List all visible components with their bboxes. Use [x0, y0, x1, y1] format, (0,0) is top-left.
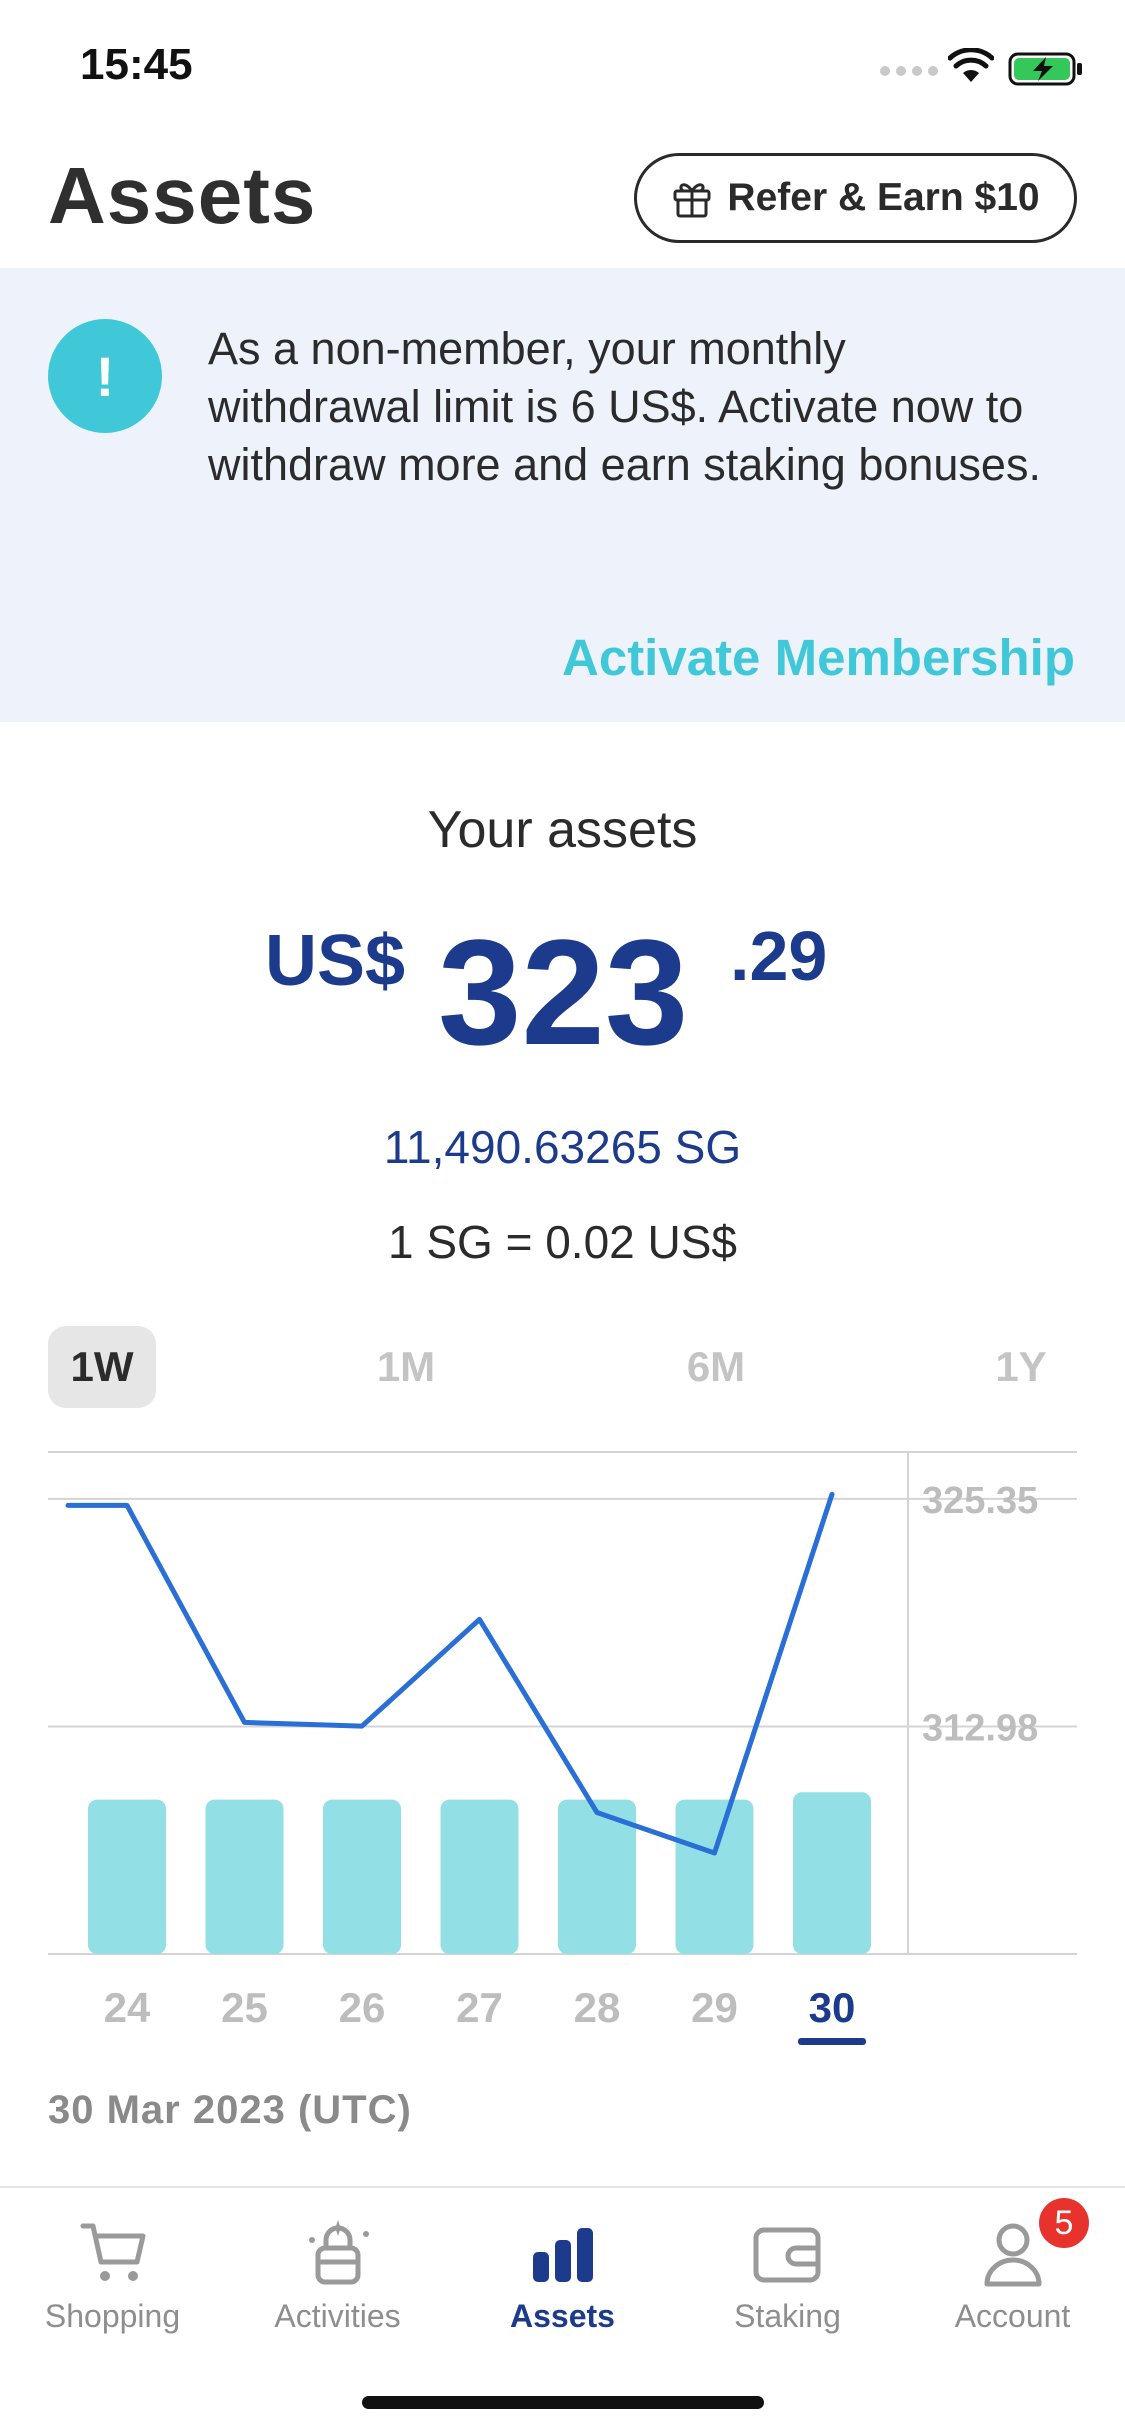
chart-bar	[440, 1799, 519, 1954]
status-bar: 15:45	[0, 0, 1125, 130]
page-title: Assets	[48, 151, 317, 240]
range-tab-1m[interactable]: 1M	[352, 1326, 460, 1408]
refer-earn-button[interactable]: Refer & Earn $10	[634, 153, 1077, 243]
alert-icon: !	[48, 319, 162, 433]
y-tick-label: 325.35	[922, 1480, 1038, 1522]
activate-membership-link[interactable]: Activate Membership	[562, 628, 1075, 687]
nav-item-assets[interactable]: Assets	[450, 2218, 675, 2348]
x-tick-label: 25	[221, 1984, 268, 2031]
banner-message: As a non-member, your monthly withdrawal…	[208, 323, 1041, 490]
bar-chart-icon	[532, 2228, 593, 2282]
x-tick-label: 28	[574, 1984, 621, 2031]
chart-series-line	[65, 1491, 835, 1856]
amount-cents: .29	[730, 917, 828, 995]
chart-bar	[323, 1799, 401, 1954]
x-tick-label: 29	[691, 1984, 738, 2031]
y-tick-label: 312.98	[922, 1707, 1038, 1749]
gift-icon	[673, 183, 711, 218]
range-tab-6m[interactable]: 6M	[662, 1326, 770, 1408]
sg-balance: 11,490.63265 SG	[383, 1121, 742, 1173]
amount-whole: 323	[438, 908, 689, 1076]
cellular-signal-icon	[880, 66, 938, 76]
assets-label: Your assets	[427, 801, 698, 859]
x-tick-label: 27	[456, 1984, 503, 2031]
x-tick-label: 30	[809, 1984, 856, 2031]
wallet-icon	[753, 2227, 820, 2283]
nav-label-account: Account	[954, 2298, 1071, 2334]
activities-icon	[308, 2220, 369, 2285]
cart-icon	[80, 2223, 145, 2281]
nav-item-shopping[interactable]: Shopping	[0, 2218, 225, 2348]
chart-date-label: 30 Mar 2023 (UTC)	[48, 2088, 412, 2132]
home-indicator	[362, 2396, 764, 2409]
refer-earn-label: Refer & Earn $10	[727, 176, 1040, 219]
chart-bar	[88, 1799, 166, 1954]
wifi-icon	[948, 48, 994, 82]
range-tab-1y[interactable]: 1Y	[967, 1326, 1075, 1408]
x-tick-label: 26	[339, 1984, 386, 2031]
selected-day-indicator	[798, 2038, 866, 2045]
x-tick-label: 24	[104, 1984, 151, 2031]
nav-item-staking[interactable]: Staking	[675, 2218, 900, 2348]
exchange-rate: 1 SG = 0.02 US$	[387, 1216, 738, 1268]
currency-label: US$	[265, 921, 406, 1001]
nav-label-activities: Activities	[274, 2298, 401, 2334]
asset-chart[interactable]: 325.35 312.98 24 25 26 27 28 29 30	[0, 1440, 1125, 2060]
nav-label-staking: Staking	[734, 2298, 841, 2334]
chart-bar	[793, 1792, 871, 1954]
asset-amount: US$ 323 .29	[0, 910, 1125, 1080]
membership-banner: ! As a non-member, your monthly withdraw…	[0, 268, 1125, 722]
chart-canvas: 325.35 312.98 24 25 26 27 28 29 30	[48, 1451, 1077, 2045]
nav-label-assets: Assets	[510, 2298, 615, 2334]
battery-charging-icon	[1008, 52, 1082, 86]
chart-bar	[675, 1799, 754, 1954]
nav-item-activities[interactable]: Activities	[225, 2218, 450, 2348]
status-time: 15:45	[80, 40, 193, 89]
notification-badge: 5	[1039, 2198, 1089, 2248]
chart-bar	[205, 1799, 284, 1954]
range-tab-1w[interactable]: 1W	[48, 1326, 156, 1408]
nav-item-account[interactable]: Account	[900, 2218, 1125, 2348]
nav-label-shopping: Shopping	[44, 2298, 181, 2334]
